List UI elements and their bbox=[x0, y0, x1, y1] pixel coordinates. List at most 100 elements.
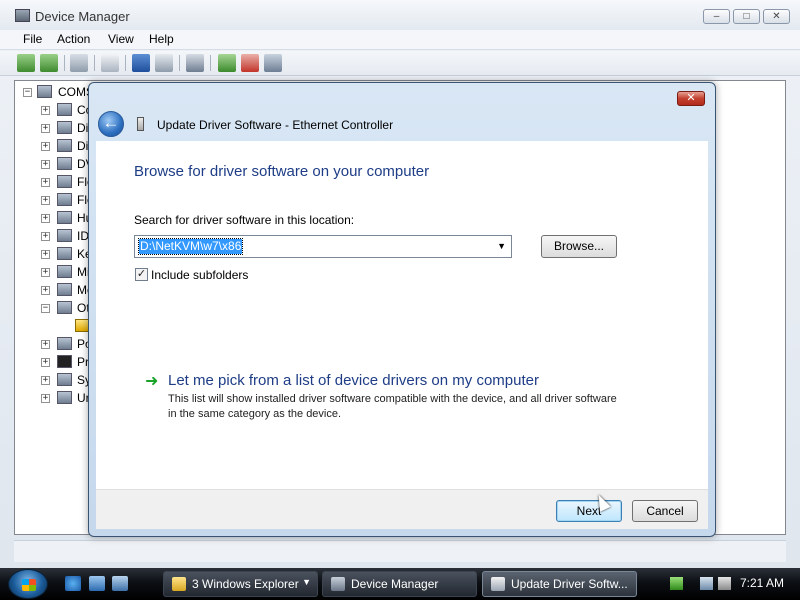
dialog-content: Browse for driver software on your compu… bbox=[96, 141, 708, 489]
taskbar-button-windows-explorer[interactable]: 3 Windows Explorer ▼ bbox=[163, 571, 318, 597]
clock[interactable]: 7:21 AM bbox=[740, 576, 784, 590]
dropdown-arrow-icon: ▼ bbox=[302, 577, 311, 587]
uninstall-icon[interactable] bbox=[241, 54, 259, 72]
expand-icon[interactable]: + bbox=[41, 358, 50, 367]
display-adapter-icon bbox=[57, 139, 72, 152]
collapse-icon[interactable]: − bbox=[23, 88, 32, 97]
back-arrow-icon[interactable] bbox=[17, 54, 35, 72]
ports-icon bbox=[57, 337, 72, 350]
title-bar: Device Manager – □ ✕ bbox=[0, 0, 800, 30]
network-icon[interactable] bbox=[700, 577, 713, 590]
search-location-label: Search for driver software in this locat… bbox=[134, 213, 355, 227]
internet-explorer-icon[interactable] bbox=[65, 576, 81, 591]
computer-icon bbox=[37, 85, 52, 98]
volume-muted-icon[interactable] bbox=[718, 577, 731, 590]
update-driver-icon[interactable] bbox=[218, 54, 236, 72]
pick-from-list-description: This list will show installed driver sof… bbox=[168, 393, 617, 420]
other-devices-icon bbox=[57, 301, 72, 314]
help-icon[interactable] bbox=[132, 54, 150, 72]
expand-icon[interactable]: + bbox=[41, 196, 50, 205]
driver-path-value[interactable]: D:\NetKVM\w7\x86 bbox=[137, 238, 244, 255]
next-button[interactable]: Next bbox=[556, 500, 622, 522]
forward-arrow-icon[interactable] bbox=[40, 54, 58, 72]
dialog-title: Update Driver Software - Ethernet Contro… bbox=[157, 118, 394, 132]
expand-icon[interactable]: + bbox=[41, 214, 50, 223]
menu-view[interactable]: View bbox=[108, 32, 134, 46]
system-tray: 7:21 AM bbox=[660, 571, 800, 597]
expand-icon[interactable]: + bbox=[41, 376, 50, 385]
device-manager-icon bbox=[331, 577, 345, 591]
dialog-footer: Next Cancel bbox=[96, 489, 708, 529]
device-manager-icon bbox=[15, 9, 30, 22]
menu-help[interactable]: Help bbox=[149, 32, 174, 46]
hid-icon bbox=[57, 211, 72, 224]
mouse-icon bbox=[57, 265, 72, 278]
expand-icon[interactable]: + bbox=[41, 232, 50, 241]
taskbar-button-label: Device Manager bbox=[351, 577, 439, 591]
expand-icon[interactable]: + bbox=[41, 178, 50, 187]
green-arrow-icon: ➜ bbox=[145, 373, 159, 390]
expand-icon[interactable]: + bbox=[41, 124, 50, 133]
minimize-button[interactable]: – bbox=[703, 9, 730, 24]
taskbar-button-device-manager[interactable]: Device Manager bbox=[322, 571, 477, 597]
page-heading: Browse for driver software on your compu… bbox=[134, 163, 430, 180]
show-hide-tree-icon[interactable] bbox=[70, 54, 88, 72]
collapse-icon[interactable]: − bbox=[41, 304, 50, 313]
disk-drive-icon bbox=[57, 121, 72, 134]
usb-icon bbox=[57, 391, 72, 404]
expand-icon[interactable]: + bbox=[41, 394, 50, 403]
toolbar-separator bbox=[94, 55, 95, 71]
switch-windows-icon[interactable] bbox=[112, 576, 128, 591]
folder-icon bbox=[172, 577, 186, 591]
dropdown-arrow-icon[interactable]: ▼ bbox=[497, 241, 506, 251]
browse-button[interactable]: Browse... bbox=[541, 235, 617, 258]
back-arrow-icon[interactable]: ← bbox=[98, 111, 124, 137]
taskbar: 3 Windows Explorer ▼ Device Manager Upda… bbox=[0, 568, 800, 600]
driver-path-combobox[interactable]: D:\NetKVM\w7\x86 ▼ bbox=[134, 235, 512, 258]
close-button[interactable]: ✕ bbox=[677, 91, 705, 106]
expand-icon[interactable]: + bbox=[41, 268, 50, 277]
ide-controller-icon bbox=[57, 229, 72, 242]
ethernet-device-icon bbox=[137, 117, 144, 131]
toolbar bbox=[0, 51, 800, 76]
windows-logo-icon bbox=[22, 579, 36, 591]
expand-icon[interactable]: + bbox=[41, 106, 50, 115]
close-button[interactable]: ✕ bbox=[763, 9, 790, 24]
floppy-controller-icon bbox=[57, 175, 72, 188]
system-devices-icon bbox=[57, 373, 72, 386]
expand-icon[interactable]: + bbox=[41, 250, 50, 259]
taskbar-button-update-driver[interactable]: Update Driver Softw... bbox=[482, 571, 637, 597]
tree-item-label: Di bbox=[77, 139, 89, 153]
scan-hardware-icon[interactable] bbox=[186, 54, 204, 72]
maximize-button[interactable]: □ bbox=[733, 9, 760, 24]
toolbar-separator bbox=[179, 55, 180, 71]
safely-remove-icon[interactable] bbox=[670, 577, 683, 590]
disable-device-icon[interactable] bbox=[264, 54, 282, 72]
include-subfolders-checkbox[interactable]: ✓ bbox=[135, 268, 148, 281]
properties-icon[interactable] bbox=[101, 54, 119, 72]
expand-icon[interactable]: + bbox=[41, 160, 50, 169]
expand-icon[interactable]: + bbox=[41, 142, 50, 151]
include-subfolders-label[interactable]: Include subfolders bbox=[151, 268, 248, 282]
update-driver-dialog: ✕ ← Update Driver Software - Ethernet Co… bbox=[88, 82, 716, 537]
pick-from-list-link[interactable]: Let me pick from a list of device driver… bbox=[168, 372, 539, 389]
computer-icon bbox=[57, 103, 72, 116]
tree-item-label: Di bbox=[77, 121, 89, 135]
taskbar-button-label: Update Driver Softw... bbox=[511, 577, 628, 591]
floppy-drive-icon bbox=[57, 193, 72, 206]
cancel-button[interactable]: Cancel bbox=[632, 500, 698, 522]
expand-icon[interactable]: + bbox=[41, 340, 50, 349]
window-title: Device Manager bbox=[35, 9, 130, 24]
show-desktop-icon[interactable] bbox=[89, 576, 105, 591]
monitor-icon bbox=[57, 283, 72, 296]
start-button[interactable] bbox=[8, 569, 48, 599]
action-pane-icon[interactable] bbox=[155, 54, 173, 72]
menu-file[interactable]: File bbox=[23, 32, 42, 46]
status-bar bbox=[14, 540, 786, 562]
processor-icon bbox=[57, 355, 72, 368]
expand-icon[interactable]: + bbox=[41, 286, 50, 295]
update-driver-icon bbox=[491, 577, 505, 591]
menu-bar: File Action View Help bbox=[0, 30, 800, 50]
taskbar-button-label: 3 Windows Explorer bbox=[192, 577, 299, 591]
menu-action[interactable]: Action bbox=[57, 32, 90, 46]
